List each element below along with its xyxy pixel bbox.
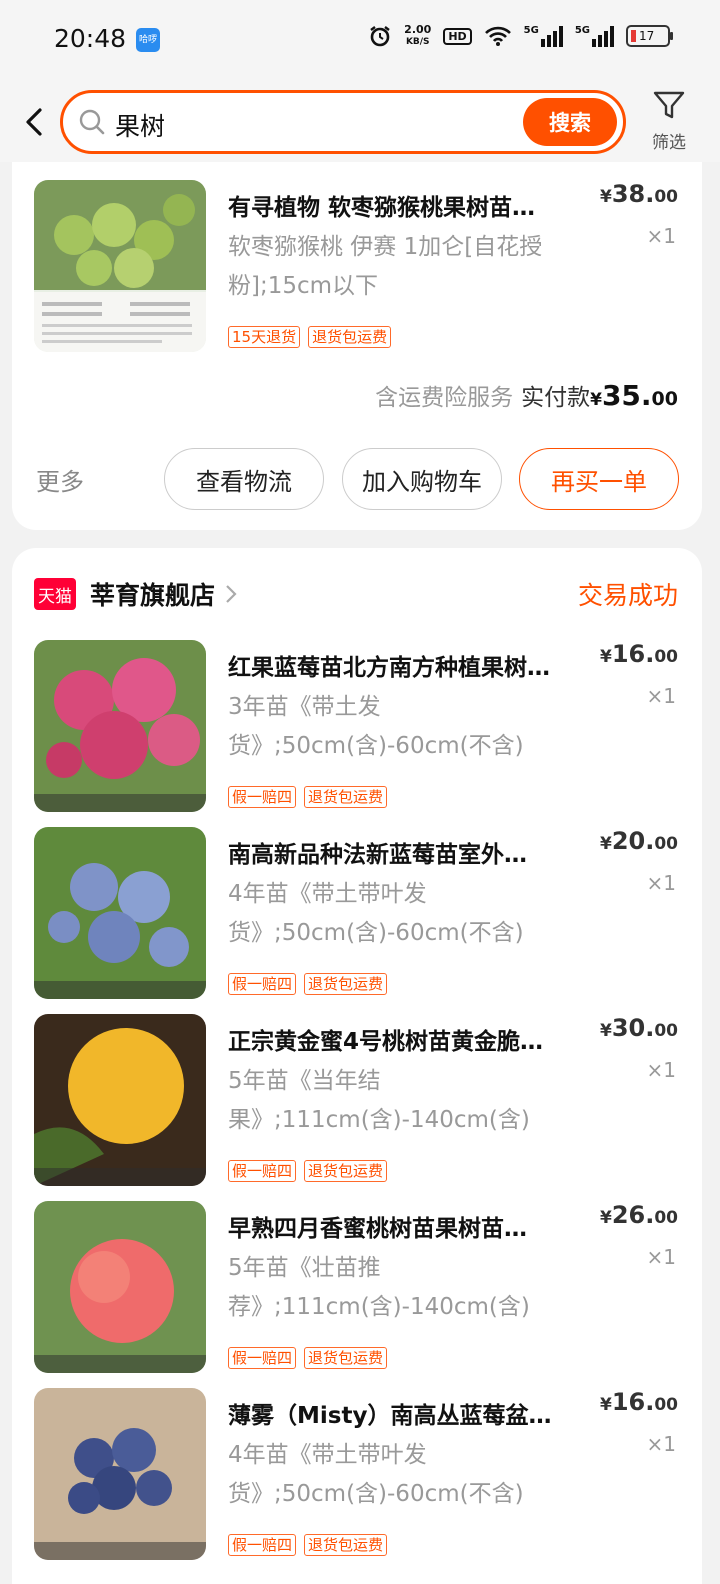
service-tag: 假一赔四 [228, 1534, 297, 1556]
service-tag: 退货包运费 [304, 786, 388, 808]
search-query[interactable]: 果树 [115, 107, 165, 143]
order-card: 天猫 莘育旗舰店 交易成功 红果蓝莓苗北方南方种植果树… 3年苗《带土发货》;5… [12, 548, 702, 1584]
product-image-misty-blueberry[interactable] [34, 1388, 206, 1560]
filter-icon [653, 91, 685, 119]
product-title[interactable]: 早熟四月香蜜桃树苗果树苗… [228, 1209, 598, 1243]
product-price: ¥20.00 [599, 827, 678, 855]
product-title[interactable]: 有寻植物 软枣猕猴桃果树苗… [228, 188, 598, 222]
product-image-kiwi[interactable] [34, 180, 206, 352]
search-header: 果树 搜索 筛选 [0, 82, 720, 162]
product-spec: 3年苗《带土发货》;50cm(含)-60cm(不含) [228, 694, 524, 759]
order-item[interactable]: 有寻植物 软枣猕猴桃果树苗… 软枣猕猴桃 伊赛 1加仑[自花授粉];15cm以下… [12, 180, 702, 360]
order-item[interactable]: 南高新品种法新蓝莓苗室外… 4年苗《带土带叶发货》;50cm(含)-60cm(不… [12, 827, 702, 1007]
payment-summary: 含运费险服务 实付款 ¥ 35. 00 [375, 379, 678, 412]
product-image-red-blueberry[interactable] [34, 640, 206, 812]
service-tags: 假一赔四 退货包运费 [228, 973, 388, 995]
service-tag: 假一赔四 [228, 973, 297, 995]
product-image-peach[interactable] [34, 1201, 206, 1373]
product-price: ¥16.00 [599, 1388, 678, 1416]
more-button[interactable]: 更多 [36, 462, 84, 497]
order-card: 有寻植物 软枣猕猴桃果树苗… 软枣猕猴桃 伊赛 1加仑[自花授粉];15cm以下… [12, 162, 702, 530]
back-arrow-icon[interactable] [20, 104, 48, 140]
order-item[interactable]: 正宗黄金蜜4号桃树苗黄金脆… 5年苗《当年结果》;111cm(含)-140cm(… [12, 1014, 702, 1194]
product-quantity: ×1 [646, 1058, 676, 1082]
service-tag: 15天退货 [228, 326, 301, 348]
filter-label: 筛选 [652, 133, 686, 153]
service-tag: 退货包运费 [304, 1534, 388, 1556]
order-item[interactable]: 薄雾（Misty）南高丛蓝莓盆… 4年苗《带土带叶发货》;50cm(含)-60c… [12, 1388, 702, 1568]
service-tag: 假一赔四 [228, 1347, 297, 1369]
cellular-signal-icon-2: 5G [575, 25, 614, 47]
order-item[interactable]: 早熟四月香蜜桃树苗果树苗… 5年苗《壮苗推荐》;111cm(含)-140cm(含… [12, 1201, 702, 1381]
product-price: ¥16.00 [599, 640, 678, 668]
service-tags: 假一赔四 退货包运费 [228, 1347, 388, 1369]
chevron-right-icon [226, 585, 237, 603]
service-tags: 假一赔四 退货包运费 [228, 786, 388, 808]
product-price: ¥26.00 [599, 1201, 678, 1229]
product-price: ¥38.00 [599, 180, 678, 208]
product-image-blueberry[interactable] [34, 827, 206, 999]
service-tag: 退货包运费 [304, 1160, 388, 1182]
product-quantity: ×1 [646, 1245, 676, 1269]
product-quantity: ×1 [646, 684, 676, 708]
alarm-icon [370, 26, 390, 47]
product-spec: 4年苗《带土带叶发货》;50cm(含)-60cm(不含) [228, 1442, 524, 1507]
product-quantity: ×1 [646, 871, 676, 895]
service-tags: 假一赔四 退货包运费 [228, 1534, 388, 1556]
buy-again-button[interactable]: 再买一单 [519, 448, 679, 510]
view-logistics-button[interactable]: 查看物流 [164, 448, 324, 510]
service-tags: 15天退货 退货包运费 [228, 326, 392, 348]
status-bar: 20:48 哈啰 2.00 KB/S HD 5G 5G 17 [0, 0, 720, 82]
shop-name[interactable]: 莘育旗舰店 [90, 576, 215, 612]
product-spec: 4年苗《带土带叶发货》;50cm(含)-60cm(不含) [228, 881, 524, 946]
status-icons: 2.00 KB/S HD 5G 5G 17 [368, 23, 673, 48]
product-quantity: ×1 [646, 1432, 676, 1456]
product-spec: 5年苗《当年结果》;111cm(含)-140cm(含) [228, 1068, 530, 1133]
paid-label: 实付款 [521, 385, 591, 411]
search-icon [79, 109, 105, 135]
service-tag: 退货包运费 [304, 1347, 388, 1369]
product-image-yellow-peach[interactable] [34, 1014, 206, 1186]
product-title[interactable]: 薄雾（Misty）南高丛蓝莓盆… [228, 1396, 598, 1430]
service-tag: 退货包运费 [308, 326, 392, 348]
insurance-note: 含运费险服务 [375, 385, 514, 411]
paid-amount: 35. [601, 379, 652, 412]
add-to-cart-button[interactable]: 加入购物车 [342, 448, 502, 510]
tmall-logo: 天猫 [34, 578, 76, 610]
product-quantity: ×1 [646, 224, 676, 248]
filter-button[interactable]: 筛选 [646, 88, 692, 153]
order-status: 交易成功 [577, 581, 678, 610]
product-title[interactable]: 红果蓝莓苗北方南方种植果树… [228, 648, 598, 682]
wifi-icon [484, 26, 511, 46]
order-item[interactable]: 红果蓝莓苗北方南方种植果树… 3年苗《带土发货》;50cm(含)-60cm(不含… [12, 640, 702, 820]
product-title[interactable]: 南高新品种法新蓝莓苗室外… [228, 835, 598, 869]
search-input[interactable]: 果树 搜索 [60, 90, 626, 154]
cellular-signal-icon: 5G [524, 25, 563, 47]
network-speed: 2.00 KB/S [404, 23, 432, 48]
service-tag: 退货包运费 [304, 973, 388, 995]
search-button[interactable]: 搜索 [523, 98, 617, 146]
product-spec: 5年苗《壮苗推荐》;111cm(含)-140cm(含) [228, 1255, 530, 1320]
service-tag: 假一赔四 [228, 786, 297, 808]
product-spec: 软枣猕猴桃 伊赛 1加仑[自花授粉];15cm以下 [228, 234, 543, 299]
service-tag: 假一赔四 [228, 1160, 297, 1182]
battery-icon: 17 [626, 25, 673, 47]
shop-header[interactable]: 天猫 莘育旗舰店 [34, 574, 237, 614]
status-time: 20:48 [54, 24, 127, 53]
product-price: ¥30.00 [599, 1014, 678, 1042]
app-notification-icon: 哈啰 [136, 28, 160, 52]
service-tags: 假一赔四 退货包运费 [228, 1160, 388, 1182]
product-title[interactable]: 正宗黄金蜜4号桃树苗黄金脆… [228, 1022, 598, 1056]
hd-icon: HD [443, 27, 472, 45]
